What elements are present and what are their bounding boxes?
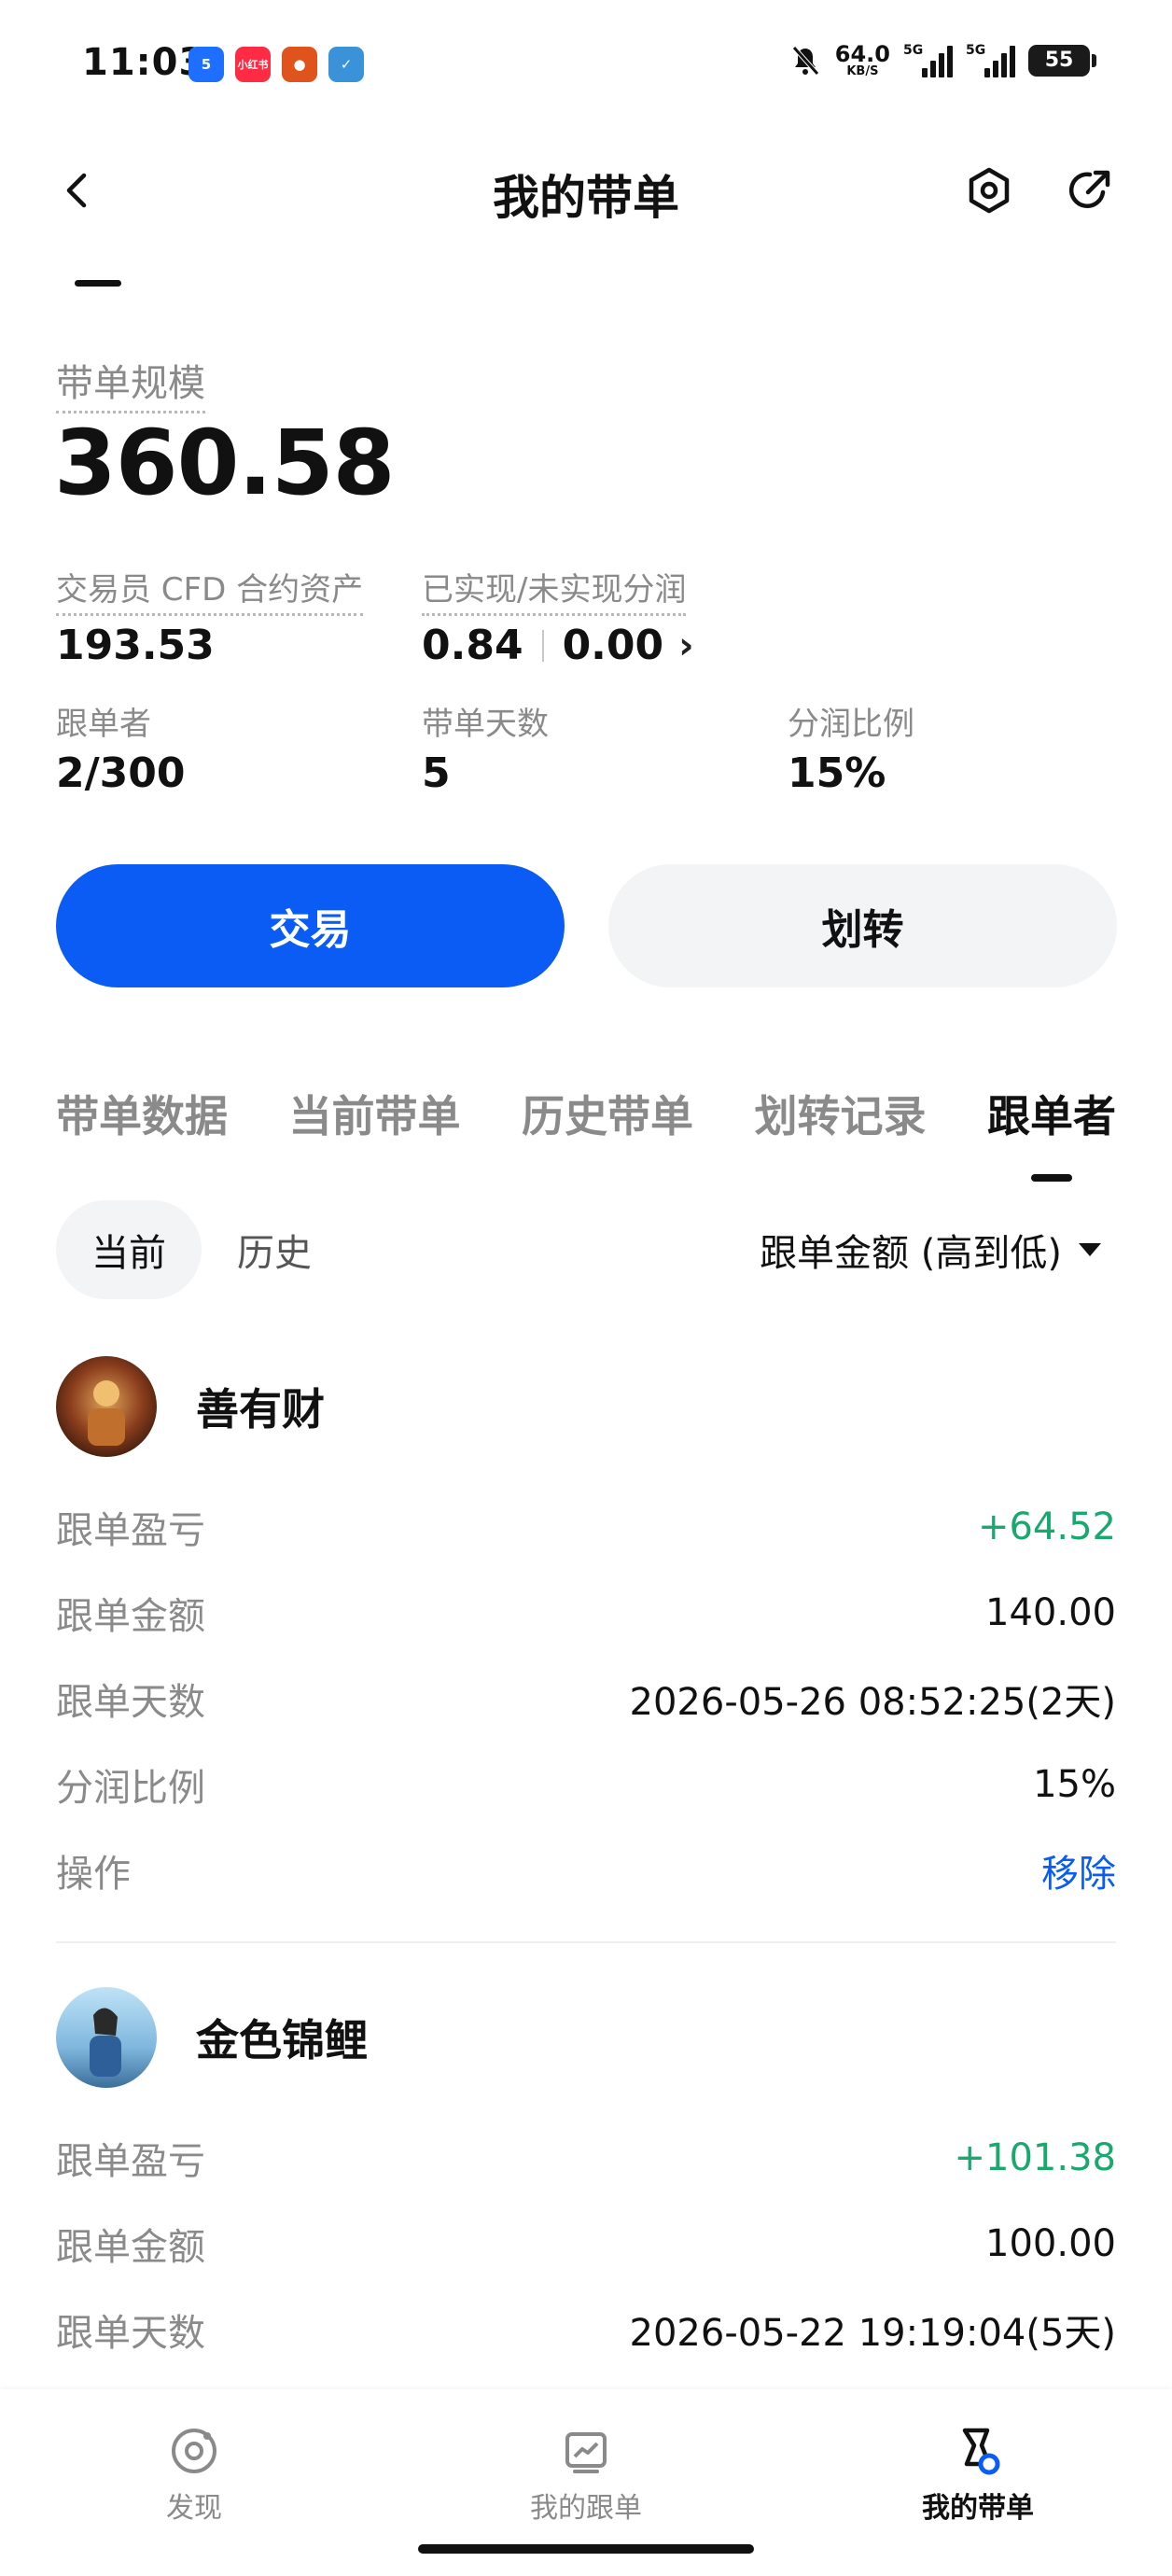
tab-transfer-records[interactable]: 划转记录	[755, 1083, 927, 1144]
unrealized-value: 0.00	[562, 622, 664, 669]
divider	[56, 1941, 1116, 1943]
realized-value: 0.84	[422, 622, 523, 669]
operation-row: 操作 移除	[56, 1827, 1116, 1913]
amount-row: 跟单金额 100.00	[56, 2222, 1116, 2269]
nav-my-follow-label: 我的跟单	[530, 2492, 642, 2525]
separator	[541, 629, 544, 662]
cfd-assets-value: 193.53	[56, 622, 215, 669]
tab-bar: 带单数据 当前带单 历史带单 划转记录 跟单者	[56, 1083, 1116, 1144]
sort-dropdown[interactable]: 跟单金额 (高到低)	[760, 1223, 1101, 1277]
notification-icons: 5 小红书 ● ✓	[188, 47, 364, 82]
follower-name: 金色锦鲤	[196, 2015, 368, 2065]
follower-name: 善有财	[196, 1384, 325, 1435]
share-ratio-label: 分润比例	[788, 706, 914, 743]
remove-link[interactable]: 移除	[1041, 1843, 1116, 1897]
chevron-right-icon: ›	[678, 623, 694, 667]
battery-icon: 55	[1028, 44, 1096, 77]
share-ratio-stat: 分润比例 15%	[788, 698, 914, 797]
followers-label: 跟单者	[56, 706, 151, 743]
lead-days-stat: 带单天数 5	[422, 698, 549, 797]
app-notification-icon: ●	[282, 47, 317, 82]
followers-stat: 跟单者 2/300	[56, 698, 186, 797]
ratio-row: 分润比例 15%	[56, 1763, 1116, 1810]
follower-card: 金色锦鲤 跟单盈亏 +101.38 跟单金额 100.00 跟单天数 2026-05-…	[56, 1986, 1116, 2373]
scale-value: 360.58	[54, 411, 395, 515]
signal-icon: 5G	[903, 44, 953, 77]
avatar[interactable]	[56, 1356, 157, 1457]
profit-share-stat[interactable]: 已实现/未实现分润 0.84 0.00 ›	[422, 564, 694, 669]
net-speed: 64.0 KB/S	[834, 41, 890, 78]
app-header: 我的带单	[0, 140, 1172, 243]
system-indicators: 64.0 KB/S 5G 5G 55	[788, 41, 1096, 78]
profit-share-label: 已实现/未实现分润	[422, 564, 687, 616]
app-notification-icon: ✓	[328, 47, 364, 82]
status-filter: 当前 历史	[56, 1200, 347, 1299]
amount-row: 跟单金额 140.00	[56, 1591, 1116, 1638]
caret-down-icon	[1079, 1243, 1101, 1256]
filter-current[interactable]: 当前	[56, 1200, 202, 1299]
follower-card: 善有财 跟单盈亏 +64.52 跟单金额 140.00 跟单天数 2026-05-26…	[56, 1355, 1116, 1943]
followers-value: 2/300	[56, 749, 186, 797]
tab-current-lead[interactable]: 当前带单	[289, 1083, 461, 1144]
status-time: 11:03	[82, 41, 206, 84]
mute-bell-icon	[791, 45, 819, 76]
tab-lead-data[interactable]: 带单数据	[56, 1083, 228, 1144]
chart-icon	[565, 2432, 607, 2473]
cfd-assets-stat: 交易员 CFD 合约资产 193.53	[56, 564, 364, 669]
lead-icon	[962, 2428, 1000, 2475]
trade-button[interactable]: 交易	[56, 864, 565, 987]
avatar[interactable]	[56, 1987, 157, 2088]
scale-label: 带单规模	[56, 353, 205, 413]
tab-followers[interactable]: 跟单者	[987, 1083, 1116, 1144]
nav-my-follow[interactable]: 我的跟单	[446, 2423, 726, 2526]
lead-days-value: 5	[422, 749, 451, 797]
filter-history[interactable]: 历史	[202, 1200, 347, 1299]
nav-my-lead-label: 我的带单	[922, 2492, 1034, 2525]
nav-discover[interactable]: 发现	[54, 2423, 334, 2526]
transfer-button[interactable]: 划转	[608, 864, 1117, 987]
home-indicator[interactable]	[418, 2544, 754, 2554]
sort-label: 跟单金额 (高到低)	[760, 1232, 1062, 1275]
settings-icon[interactable]	[963, 164, 1015, 217]
discover-icon	[172, 2429, 216, 2473]
cfd-assets-label: 交易员 CFD 合约资产	[56, 564, 364, 616]
lead-days-label: 带单天数	[422, 706, 549, 743]
collapse-indicator	[75, 280, 121, 287]
signal-icon: 5G	[966, 44, 1015, 77]
pnl-row: 跟单盈亏 +64.52	[56, 1505, 1116, 1552]
days-row: 跟单天数 2026-05-26 08:52:25(2天)	[56, 1681, 1116, 1724]
status-bar: 11:03 5 小红书 ● ✓ 64.0 KB/S 5G 5G 55	[0, 0, 1172, 131]
share-ratio-value: 15%	[788, 749, 886, 797]
tab-history-lead[interactable]: 历史带单	[522, 1083, 693, 1144]
nav-discover-label: 发现	[166, 2492, 222, 2525]
xiaohongshu-icon: 小红书	[235, 47, 271, 82]
pnl-row: 跟单盈亏 +101.38	[56, 2136, 1116, 2183]
share-icon[interactable]	[1064, 164, 1116, 217]
app-notification-icon: 5	[188, 47, 224, 82]
nav-my-lead[interactable]: 我的带单	[838, 2423, 1118, 2526]
days-row: 跟单天数 2026-05-22 19:19:04(5天)	[56, 2312, 1116, 2355]
